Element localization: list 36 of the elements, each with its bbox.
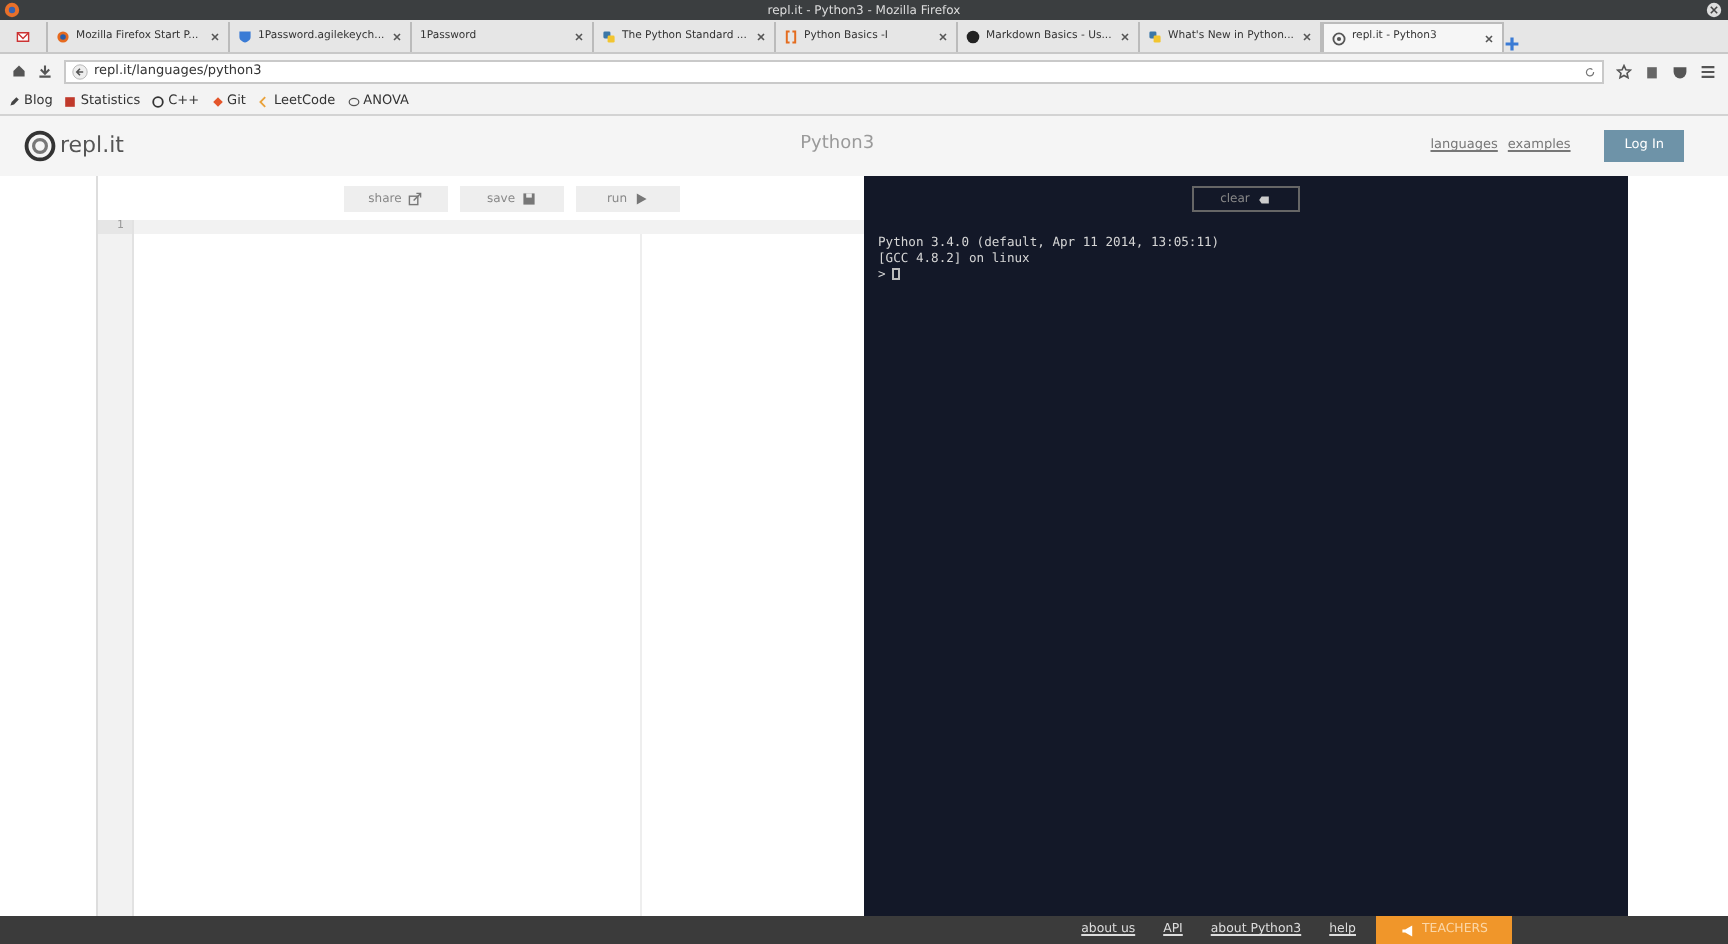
text-cursor bbox=[891, 268, 900, 281]
megaphone-icon bbox=[1400, 923, 1417, 937]
backspace-icon bbox=[1255, 193, 1272, 205]
spiral-logo-icon bbox=[24, 130, 56, 162]
play-icon bbox=[633, 191, 648, 205]
circle-icon bbox=[152, 95, 165, 107]
python-icon bbox=[602, 30, 616, 44]
mail-icon bbox=[16, 30, 30, 44]
diamond-icon bbox=[211, 95, 224, 107]
close-icon[interactable] bbox=[1302, 32, 1312, 42]
close-icon[interactable] bbox=[938, 32, 948, 42]
download-icon[interactable] bbox=[38, 64, 52, 78]
bracket-icon bbox=[257, 95, 270, 107]
close-icon[interactable] bbox=[574, 32, 584, 42]
new-tab-icon[interactable] bbox=[1504, 36, 1520, 52]
floppy-icon bbox=[521, 191, 536, 205]
browser-logo-icon bbox=[4, 2, 20, 18]
star-icon[interactable] bbox=[1616, 63, 1632, 79]
shield-icon bbox=[238, 30, 252, 44]
close-icon[interactable] bbox=[210, 32, 220, 42]
menu-icon[interactable] bbox=[1700, 63, 1716, 79]
python-icon bbox=[1148, 30, 1162, 44]
logo-text[interactable]: repl.it bbox=[60, 129, 124, 163]
spiral-icon bbox=[1332, 31, 1346, 45]
back-icon[interactable] bbox=[72, 63, 88, 79]
share-icon bbox=[407, 191, 422, 205]
reload-icon[interactable] bbox=[1584, 65, 1596, 77]
close-icon[interactable] bbox=[1120, 32, 1130, 42]
close-icon[interactable] bbox=[392, 32, 402, 42]
close-icon[interactable] bbox=[1706, 2, 1722, 18]
pen-icon bbox=[8, 95, 20, 107]
bracket-icon bbox=[784, 30, 798, 44]
page-title: Python3 bbox=[798, 132, 877, 159]
close-icon[interactable] bbox=[756, 32, 766, 42]
home-icon[interactable] bbox=[12, 64, 26, 78]
close-icon[interactable] bbox=[1484, 33, 1494, 43]
